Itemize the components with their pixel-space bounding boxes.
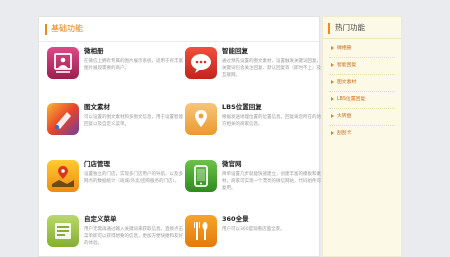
sidebar-header: 热门功能 bbox=[323, 17, 401, 39]
basic-features-panel: 基础功能 微相册 在微信上拥有专属的图片展示系统，适用于有丰富图片展现需要的商户… bbox=[38, 16, 321, 257]
arrow-right-icon bbox=[331, 130, 334, 135]
feature-title[interactable]: 360全景 bbox=[222, 215, 249, 224]
feature-panorama[interactable]: 360全景 用户可以360度观看店面全景。 bbox=[185, 215, 321, 257]
feature-description: 可以设置的图文素材和多图文信息，用于设置智能回复以及自定义菜单。 bbox=[84, 115, 183, 127]
feature-description: 根据发送地理位置的位置信息，回复离您所在的地方相关的商家信息。 bbox=[222, 115, 321, 127]
arrow-right-icon bbox=[331, 113, 334, 118]
sidebar-item-scratch-card[interactable]: 刮刮卡 bbox=[331, 130, 351, 137]
sidebar-item-photo-album[interactable]: 微相册 bbox=[331, 45, 351, 52]
arrow-right-icon bbox=[331, 45, 334, 50]
feature-description: 设置独立的门店，实现多门店用户的导航，以及多网点的数据统计（商城/外卖/团购服务… bbox=[84, 172, 183, 184]
header-accent-bar bbox=[45, 24, 47, 35]
feature-lbs-reply[interactable]: LBS位置回复 根据发送地理位置的位置信息，回复离您所在的地方相关的商家信息。 bbox=[185, 103, 321, 151]
feature-micro-website[interactable]: 微官网 简单设置几步就能快速建立，创建丰富的模板和素材，商家可实现一个漂亮的微信… bbox=[185, 160, 321, 208]
feature-photo-album[interactable]: 微相册 在微信上拥有专属的图片展示系统，适用于有丰富图片展现需要的商户。 bbox=[47, 47, 183, 95]
feature-description: 用户可以360度观看店面全景。 bbox=[222, 227, 285, 232]
page: 基础功能 微相册 在微信上拥有专属的图片展示系统，适用于有丰富图片展现需要的商户… bbox=[0, 0, 450, 257]
sidebar-item-media-material[interactable]: 图文素材 bbox=[331, 79, 356, 86]
feature-custom-menu[interactable]: 自定义菜单 用户无需再通过输入关键词来获取信息，直接点击菜单即可以获得想要的信息… bbox=[47, 215, 183, 257]
feature-title[interactable]: 图文素材 bbox=[84, 103, 110, 112]
sidebar-item-smart-reply[interactable]: 智能回复 bbox=[331, 62, 356, 69]
panel-title: 基础功能 bbox=[51, 24, 83, 33]
feature-title[interactable]: 自定义菜单 bbox=[84, 215, 117, 224]
divider bbox=[329, 125, 395, 126]
hot-features-sidebar: 热门功能 微相册 智能回复 图文素材 LBS位置回复 大转盘 刮刮卡 bbox=[322, 16, 402, 257]
mobile-site-icon[interactable] bbox=[185, 160, 217, 192]
location-pin-icon[interactable] bbox=[185, 103, 217, 135]
feature-title[interactable]: LBS位置回复 bbox=[222, 103, 262, 112]
divider bbox=[329, 108, 395, 109]
photo-album-icon[interactable] bbox=[47, 47, 79, 79]
sidebar-item-label[interactable]: 大转盘 bbox=[337, 114, 351, 119]
feature-description: 用户无需再通过输入关键词来获取信息，直接点击菜单即可以获得想要的信息，更加方便快… bbox=[84, 227, 183, 246]
feature-smart-reply[interactable]: 智能回复 通过预先设置的图文素材，设置触发关键词回复，关键词包含关注回复、默认回… bbox=[185, 47, 321, 95]
sidebar-title: 热门功能 bbox=[335, 23, 365, 32]
feature-title[interactable]: 门店管理 bbox=[84, 160, 110, 169]
custom-menu-icon[interactable] bbox=[47, 215, 79, 247]
feature-description: 在微信上拥有专属的图片展示系统，适用于有丰富图片展现需要的商户。 bbox=[84, 59, 183, 71]
divider bbox=[329, 57, 395, 58]
feature-title[interactable]: 微官网 bbox=[222, 160, 242, 169]
header-accent-bar bbox=[328, 23, 330, 34]
feature-description: 通过预先设置的图文素材，设置触发关键词回复，关键词包含关注回复、默认回复等（即时… bbox=[222, 59, 321, 78]
sidebar-item-label[interactable]: 刮刮卡 bbox=[337, 131, 351, 136]
panorama-icon[interactable] bbox=[185, 215, 217, 247]
sidebar-item-label[interactable]: 智能回复 bbox=[337, 63, 356, 68]
arrow-right-icon bbox=[331, 96, 334, 101]
feature-title[interactable]: 智能回复 bbox=[222, 47, 248, 56]
divider bbox=[329, 74, 395, 75]
sidebar-item-label[interactable]: 图文素材 bbox=[337, 80, 356, 85]
sidebar-item-label[interactable]: 微相册 bbox=[337, 46, 351, 51]
material-icon[interactable] bbox=[47, 103, 79, 135]
feature-media-material[interactable]: 图文素材 可以设置的图文素材和多图文信息，用于设置智能回复以及自定义菜单。 bbox=[47, 103, 183, 151]
panel-header: 基础功能 bbox=[39, 17, 319, 42]
feature-description: 简单设置几步就能快速建立，创建丰富的模板和素材，商家可实现一个漂亮的微信网站，代… bbox=[222, 172, 321, 191]
sidebar-item-lbs-reply[interactable]: LBS位置回复 bbox=[331, 96, 365, 103]
divider bbox=[329, 91, 395, 92]
arrow-right-icon bbox=[331, 79, 334, 84]
chat-bubble-icon[interactable] bbox=[185, 47, 217, 79]
feature-store-management[interactable]: 门店管理 设置独立的门店，实现多门店用户的导航，以及多网点的数据统计（商城/外卖… bbox=[47, 160, 183, 208]
arrow-right-icon bbox=[331, 62, 334, 67]
feature-title[interactable]: 微相册 bbox=[84, 47, 104, 56]
store-map-icon[interactable] bbox=[47, 160, 79, 192]
sidebar-item-wheel[interactable]: 大转盘 bbox=[331, 113, 351, 120]
sidebar-item-label[interactable]: LBS位置回复 bbox=[337, 97, 365, 102]
